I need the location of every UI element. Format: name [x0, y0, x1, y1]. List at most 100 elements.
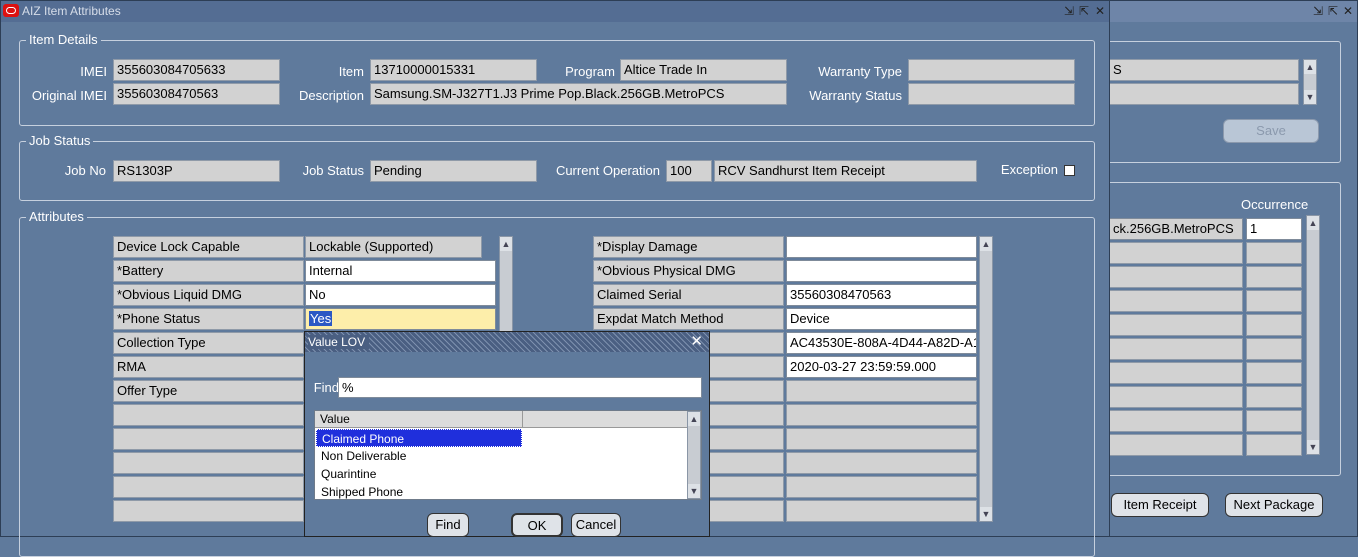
attribute-name-cell[interactable] — [113, 404, 304, 426]
attribute-name-cell[interactable] — [113, 500, 304, 522]
main-window-titlebar: AIZ Item Attributes ⇲ ⇱ ✕ — [1, 1, 1109, 22]
back-desc-cell[interactable] — [1109, 242, 1243, 264]
attribute-value-cell[interactable] — [786, 500, 977, 522]
warranty-status-field[interactable] — [908, 83, 1075, 105]
back-desc-cell[interactable] — [1109, 338, 1243, 360]
attribute-value-cell[interactable]: Internal — [305, 260, 496, 282]
close-icon[interactable]: ✕ — [1093, 3, 1107, 19]
attribute-name-cell[interactable]: Collection Type — [113, 332, 304, 354]
lov-option[interactable]: Shipped Phone — [316, 483, 522, 501]
attribute-name-cell[interactable]: *Obvious Liquid DMG — [113, 284, 304, 306]
back-desc-cell[interactable] — [1109, 386, 1243, 408]
back-desc-cell[interactable] — [1109, 434, 1243, 456]
next-package-button[interactable]: Next Package — [1225, 493, 1323, 517]
lov-option[interactable]: Claimed Phone — [316, 429, 522, 447]
attribute-value-cell[interactable] — [786, 476, 977, 498]
back-field-1[interactable]: S — [1109, 59, 1299, 81]
maximize-icon[interactable]: ⇱ — [1077, 3, 1091, 19]
lov-list-scrollbar[interactable]: ▲ ▼ — [687, 411, 701, 499]
attributes-right-scrollbar[interactable]: ▲ ▼ — [979, 236, 993, 522]
operation-code-field[interactable]: 100 — [666, 160, 712, 182]
phone-status-value-field[interactable]: Yes — [305, 308, 496, 330]
attribute-name-cell[interactable]: RMA — [113, 356, 304, 378]
occurrence-cell[interactable] — [1246, 362, 1302, 384]
back-desc-cell[interactable] — [1109, 410, 1243, 432]
attribute-value-cell[interactable] — [786, 236, 977, 258]
back-desc-cell[interactable] — [1109, 266, 1243, 288]
attribute-value-cell[interactable]: 2020-03-27 23:59:59.000 — [786, 356, 977, 378]
back-bottom-scrollbar[interactable]: ▲ ▼ — [1306, 215, 1320, 455]
attribute-name-cell[interactable] — [113, 428, 304, 450]
attribute-name-cell[interactable]: Offer Type — [113, 380, 304, 402]
attribute-value-cell[interactable]: Device — [786, 308, 977, 330]
attribute-value-cell[interactable] — [786, 380, 977, 402]
lov-option[interactable]: Quarintine — [316, 465, 522, 483]
back-field-2[interactable] — [1109, 83, 1299, 105]
occurrence-cell[interactable] — [1246, 266, 1302, 288]
minimize-icon[interactable]: ⇲ — [1062, 3, 1076, 19]
back-desc-cell[interactable] — [1109, 314, 1243, 336]
back-desc-cell[interactable] — [1109, 290, 1243, 312]
attribute-name-cell[interactable]: *Display Damage — [593, 236, 784, 258]
scroll-up-icon[interactable]: ▲ — [500, 237, 512, 251]
lov-ok-button[interactable]: OK — [511, 513, 563, 537]
maximize-icon[interactable]: ⇱ — [1326, 3, 1340, 19]
occurrence-cell[interactable] — [1246, 242, 1302, 264]
scroll-up-icon[interactable]: ▲ — [1307, 216, 1319, 230]
lov-titlebar[interactable]: Value LOV ✕ — [305, 332, 709, 352]
attribute-name-cell[interactable]: Claimed Serial — [593, 284, 784, 306]
scroll-up-icon[interactable]: ▲ — [688, 412, 700, 426]
job-no-field[interactable]: RS1303P — [113, 160, 280, 182]
scroll-up-icon[interactable]: ▲ — [980, 237, 992, 251]
item-receipt-button[interactable]: Item Receipt — [1111, 493, 1209, 517]
occurrence-cell[interactable] — [1246, 386, 1302, 408]
attribute-name-cell[interactable]: *Obvious Physical DMG — [593, 260, 784, 282]
attribute-name-cell[interactable]: Device Lock Capable — [113, 236, 304, 258]
description-field[interactable]: Samsung.SM-J327T1.J3 Prime Pop.Black.256… — [370, 83, 787, 105]
scroll-down-icon[interactable]: ▼ — [688, 484, 700, 498]
lov-option[interactable]: Non Deliverable — [316, 447, 522, 465]
original-imei-field[interactable]: 35560308470563 — [113, 83, 280, 105]
operation-name-field[interactable]: RCV Sandhurst Item Receipt — [714, 160, 977, 182]
lov-column-header[interactable]: Value — [315, 411, 523, 428]
occurrence-cell[interactable] — [1246, 434, 1302, 456]
occurrence-cell[interactable] — [1246, 338, 1302, 360]
scroll-down-icon[interactable]: ▼ — [980, 507, 992, 521]
save-button[interactable]: Save — [1223, 119, 1319, 143]
scroll-down-icon[interactable]: ▼ — [1307, 440, 1319, 454]
lov-find-button[interactable]: Find — [427, 513, 469, 537]
attribute-name-cell[interactable] — [113, 452, 304, 474]
back-top-scrollbar[interactable]: ▲ ▼ — [1303, 59, 1317, 105]
scroll-up-icon[interactable]: ▲ — [1304, 60, 1316, 74]
occurrence-cell[interactable] — [1246, 290, 1302, 312]
attribute-name-cell[interactable]: Expdat Match Method — [593, 308, 784, 330]
job-status-field[interactable]: Pending — [370, 160, 537, 182]
close-icon[interactable]: ✕ — [690, 332, 703, 352]
lov-find-input[interactable]: % — [338, 377, 702, 398]
attribute-value-cell[interactable] — [786, 404, 977, 426]
program-field[interactable]: Altice Trade In — [620, 59, 787, 81]
attribute-value-cell[interactable]: AC43530E-808A-4D44-A82D-A1 — [786, 332, 977, 354]
attribute-name-cell[interactable] — [113, 476, 304, 498]
attribute-name-cell[interactable]: *Phone Status — [113, 308, 304, 330]
attribute-name-cell[interactable]: *Battery — [113, 260, 304, 282]
close-icon[interactable]: ✕ — [1341, 3, 1355, 19]
back-desc-cell[interactable] — [1109, 362, 1243, 384]
item-field[interactable]: 13710000015331 — [370, 59, 537, 81]
occurrence-cell[interactable] — [1246, 314, 1302, 336]
attribute-value-cell[interactable]: Lockable (Supported) — [305, 236, 482, 258]
warranty-type-field[interactable] — [908, 59, 1075, 81]
attribute-value-cell[interactable] — [786, 260, 977, 282]
attribute-value-cell[interactable] — [786, 452, 977, 474]
minimize-icon[interactable]: ⇲ — [1311, 3, 1325, 19]
lov-cancel-button[interactable]: Cancel — [571, 513, 621, 537]
imei-field[interactable]: 355603084705633 — [113, 59, 280, 81]
scroll-down-icon[interactable]: ▼ — [1304, 90, 1316, 104]
occurrence-cell-1[interactable]: 1 — [1246, 218, 1302, 240]
back-desc-cell-1[interactable]: ck.256GB.MetroPCS — [1109, 218, 1243, 240]
occurrence-cell[interactable] — [1246, 410, 1302, 432]
attribute-value-cell[interactable]: No — [305, 284, 496, 306]
exception-checkbox[interactable] — [1064, 165, 1075, 176]
attribute-value-cell[interactable] — [786, 428, 977, 450]
attribute-value-cell[interactable]: 35560308470563 — [786, 284, 977, 306]
